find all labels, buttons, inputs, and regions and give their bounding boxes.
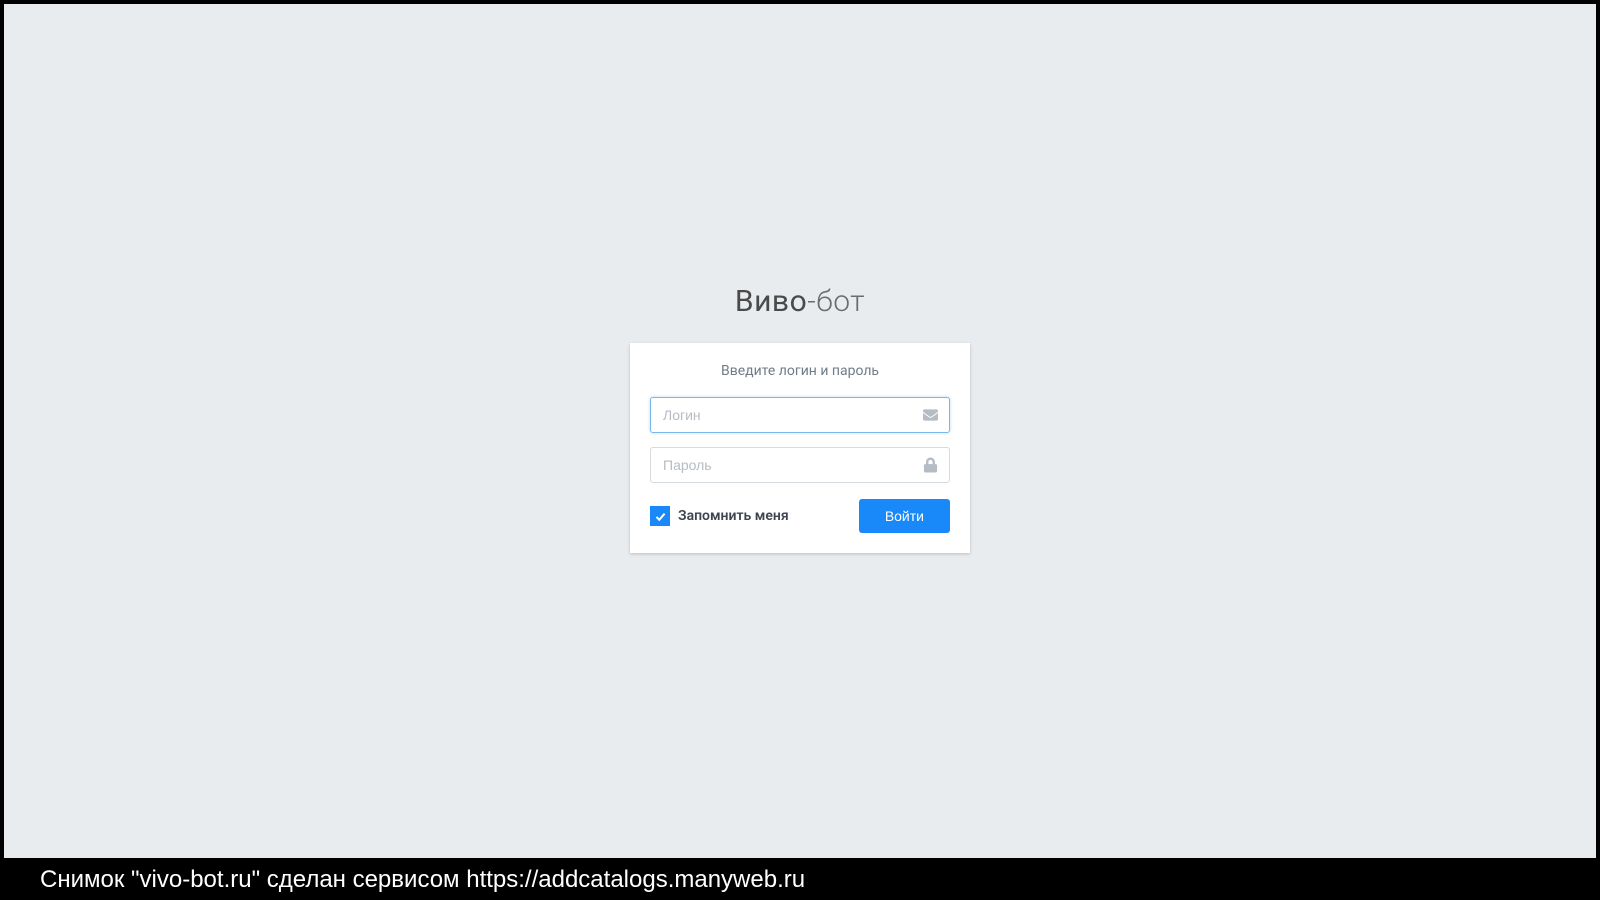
password-input-group [650, 447, 950, 483]
remember-me-label: Запомнить меня [678, 508, 789, 524]
checkbox-checked-icon [650, 506, 670, 526]
brand-title-bold: Виво [735, 284, 807, 319]
form-footer: Запомнить меня Войти [650, 499, 950, 533]
brand-title-light: -бот [807, 284, 865, 319]
login-input-group [650, 397, 950, 433]
submit-button[interactable]: Войти [859, 499, 950, 533]
page-background: Виво-бот Введите логин и пароль [4, 4, 1596, 858]
password-input[interactable] [650, 447, 950, 483]
login-input[interactable] [650, 397, 950, 433]
screenshot-caption: Снимок "vivo-bot.ru" сделан сервисом htt… [0, 860, 1600, 900]
remember-me-toggle[interactable]: Запомнить меня [650, 506, 789, 526]
login-card: Введите логин и пароль Запомнить [630, 343, 970, 553]
login-instruction: Введите логин и пароль [650, 363, 950, 379]
brand-title: Виво-бот [630, 284, 970, 319]
login-wrapper: Виво-бот Введите логин и пароль [630, 284, 970, 553]
